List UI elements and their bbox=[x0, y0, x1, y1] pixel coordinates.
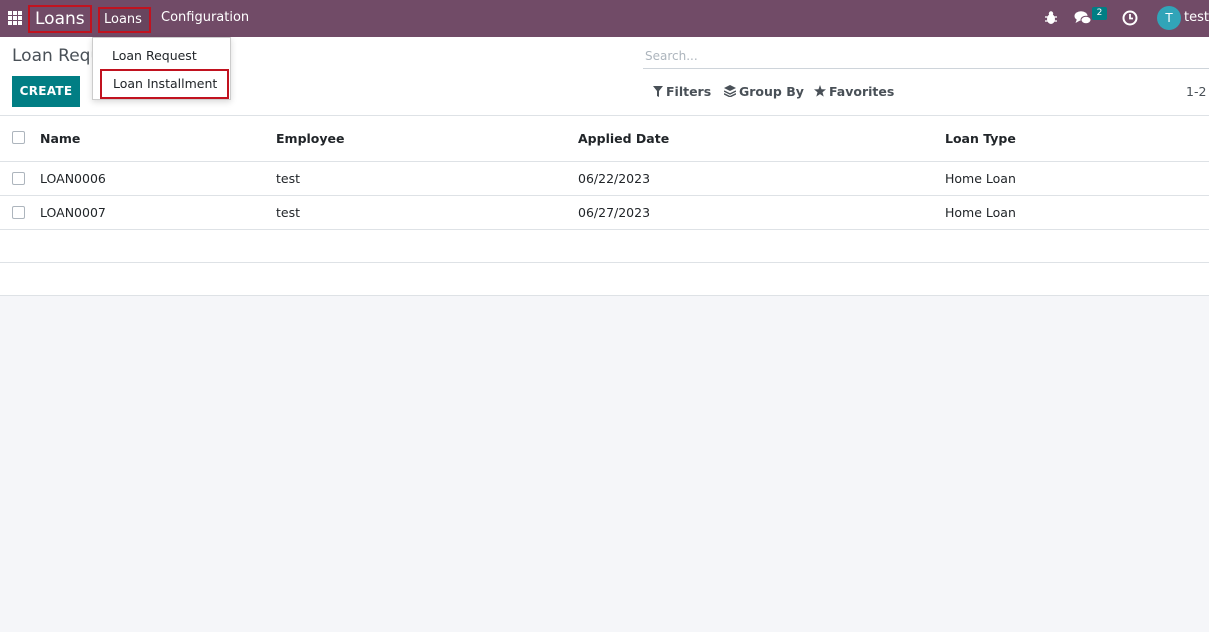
pager[interactable]: 1-2 / bbox=[1186, 84, 1209, 99]
search-input[interactable] bbox=[643, 43, 1209, 69]
page-title: Loan Requ bbox=[12, 46, 102, 66]
column-header-name[interactable]: Name bbox=[40, 131, 80, 146]
app-brand-loans[interactable]: Loans bbox=[28, 5, 92, 33]
cell-applied-date: 06/22/2023 bbox=[578, 171, 651, 186]
column-header-applied-date[interactable]: Applied Date bbox=[578, 131, 669, 146]
row-checkbox[interactable] bbox=[12, 172, 25, 185]
cell-employee: test bbox=[276, 205, 301, 220]
favorites-label: Favorites bbox=[829, 84, 895, 99]
menu-item-loan-installment[interactable]: Loan Installment bbox=[100, 69, 229, 99]
table-row[interactable]: LOAN0007 test 06/27/2023 Home Loan bbox=[0, 196, 1209, 230]
table-row[interactable]: LOAN0006 test 06/22/2023 Home Loan bbox=[0, 162, 1209, 196]
top-navbar: Loans Loans Configuration 2 T test bbox=[0, 0, 1209, 37]
chat-icon[interactable] bbox=[1074, 10, 1092, 26]
column-header-employee[interactable]: Employee bbox=[276, 131, 345, 146]
filter-icon bbox=[653, 86, 663, 97]
apps-grid-icon[interactable] bbox=[8, 11, 22, 25]
loan-list: Name Employee Applied Date Loan Type LOA… bbox=[0, 116, 1209, 296]
cell-name: LOAN0007 bbox=[40, 205, 106, 220]
favorites-button[interactable]: Favorites bbox=[814, 84, 894, 99]
user-name[interactable]: test bbox=[1184, 10, 1209, 25]
loans-dropdown-menu: Loan Request Loan Installment bbox=[92, 37, 231, 100]
cell-loan-type: Home Loan bbox=[945, 205, 1016, 220]
bug-icon[interactable] bbox=[1044, 10, 1058, 26]
clock-icon[interactable] bbox=[1122, 10, 1138, 26]
create-button[interactable]: CREATE bbox=[12, 76, 80, 107]
star-icon bbox=[814, 85, 826, 97]
empty-row bbox=[0, 263, 1209, 296]
menu-loans[interactable]: Loans bbox=[98, 7, 151, 33]
group-by-label: Group By bbox=[739, 84, 804, 99]
menu-configuration[interactable]: Configuration bbox=[161, 10, 249, 25]
empty-row bbox=[0, 230, 1209, 263]
menu-item-loan-request[interactable]: Loan Request bbox=[93, 44, 230, 68]
cell-loan-type: Home Loan bbox=[945, 171, 1016, 186]
filters-label: Filters bbox=[666, 84, 712, 99]
table-header: Name Employee Applied Date Loan Type bbox=[0, 116, 1209, 162]
chat-count-badge: 2 bbox=[1092, 7, 1107, 20]
user-avatar[interactable]: T bbox=[1157, 6, 1181, 30]
group-by-button[interactable]: Group By bbox=[724, 84, 804, 99]
filters-button[interactable]: Filters bbox=[653, 84, 711, 99]
row-checkbox[interactable] bbox=[12, 206, 25, 219]
select-all-checkbox[interactable] bbox=[12, 131, 25, 144]
cell-employee: test bbox=[276, 171, 301, 186]
cell-applied-date: 06/27/2023 bbox=[578, 205, 651, 220]
cell-name: LOAN0006 bbox=[40, 171, 106, 186]
layers-icon bbox=[724, 85, 736, 97]
column-header-loan-type[interactable]: Loan Type bbox=[945, 131, 1016, 146]
